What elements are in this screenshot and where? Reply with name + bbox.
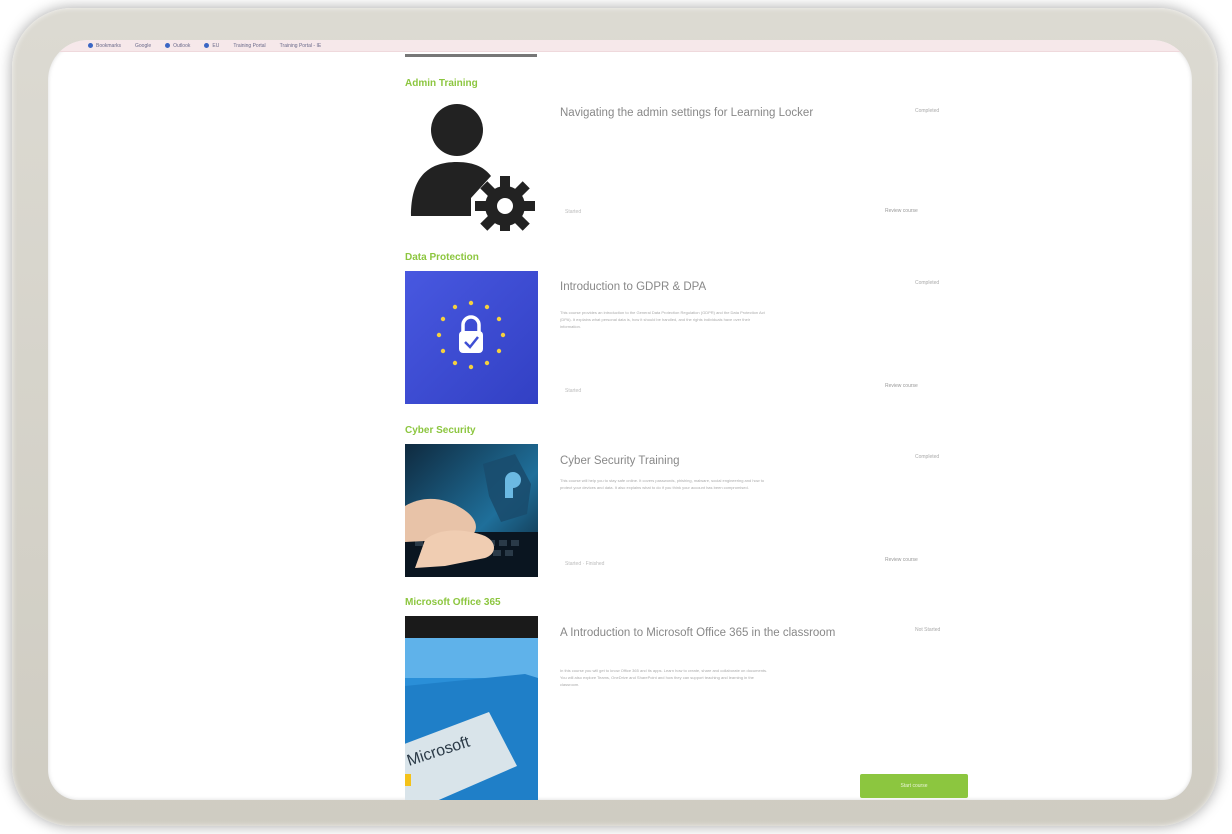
course-description: This course will help you to stay safe o…	[560, 478, 765, 490]
category-title: Admin Training	[405, 78, 478, 89]
status-badge: Completed	[915, 280, 940, 286]
status-badge: Completed	[915, 108, 940, 114]
course-description: This course provides an introduction to …	[560, 310, 765, 329]
bookmarks-bar: Bookmarks Google Outlook EU Training Por…	[48, 40, 1192, 52]
bookmark-icon	[204, 43, 210, 48]
review-course-link[interactable]: Review course	[885, 383, 918, 389]
active-tab-indicator	[405, 54, 537, 57]
bookmark-icon	[165, 43, 171, 48]
course-thumbnail[interactable]	[405, 444, 538, 577]
bookmark-item[interactable]: Google	[135, 43, 151, 49]
bookmark-icon	[88, 43, 93, 48]
category-title: Data Protection	[405, 252, 479, 263]
course-title[interactable]: Cyber Security Training	[560, 452, 890, 470]
course-description: In this course you will get to know Offi…	[560, 668, 768, 687]
bookmark-item[interactable]: Training Portal	[233, 43, 265, 49]
hands-keyboard-icon	[405, 454, 538, 577]
eu-lock-icon	[436, 300, 506, 370]
category-title: Cyber Security	[405, 425, 476, 436]
microsoft-logo-icon: Microsoft	[405, 638, 538, 800]
course-meta: Started	[565, 209, 582, 215]
user-gear-icon	[411, 104, 535, 231]
course-thumbnail[interactable]	[405, 98, 538, 231]
course-meta: Started	[565, 388, 582, 394]
course-title[interactable]: Introduction to GDPR & DPA	[560, 278, 890, 296]
course-title[interactable]: A Introduction to Microsoft Office 365 i…	[560, 624, 890, 642]
bookmark-item[interactable]: Bookmarks	[88, 43, 121, 49]
start-course-button[interactable]: Start course	[860, 774, 968, 798]
course-meta: Started · Finished	[565, 561, 605, 567]
review-course-link[interactable]: Review course	[885, 208, 918, 214]
bookmark-item[interactable]: Outlook	[165, 43, 190, 49]
category-title: Microsoft Office 365	[405, 597, 501, 608]
status-badge: Not Started	[915, 627, 941, 633]
bookmark-item[interactable]: EU	[204, 43, 219, 49]
review-course-link[interactable]: Review course	[885, 557, 918, 563]
course-thumbnail[interactable]: Microsoft	[405, 616, 538, 800]
course-title[interactable]: Navigating the admin settings for Learni…	[560, 104, 890, 122]
status-badge: Completed	[915, 454, 940, 460]
bookmark-item[interactable]: Training Portal - IE	[280, 43, 322, 49]
course-thumbnail[interactable]	[405, 271, 538, 404]
browser-screen: Bookmarks Google Outlook EU Training Por…	[48, 40, 1192, 800]
